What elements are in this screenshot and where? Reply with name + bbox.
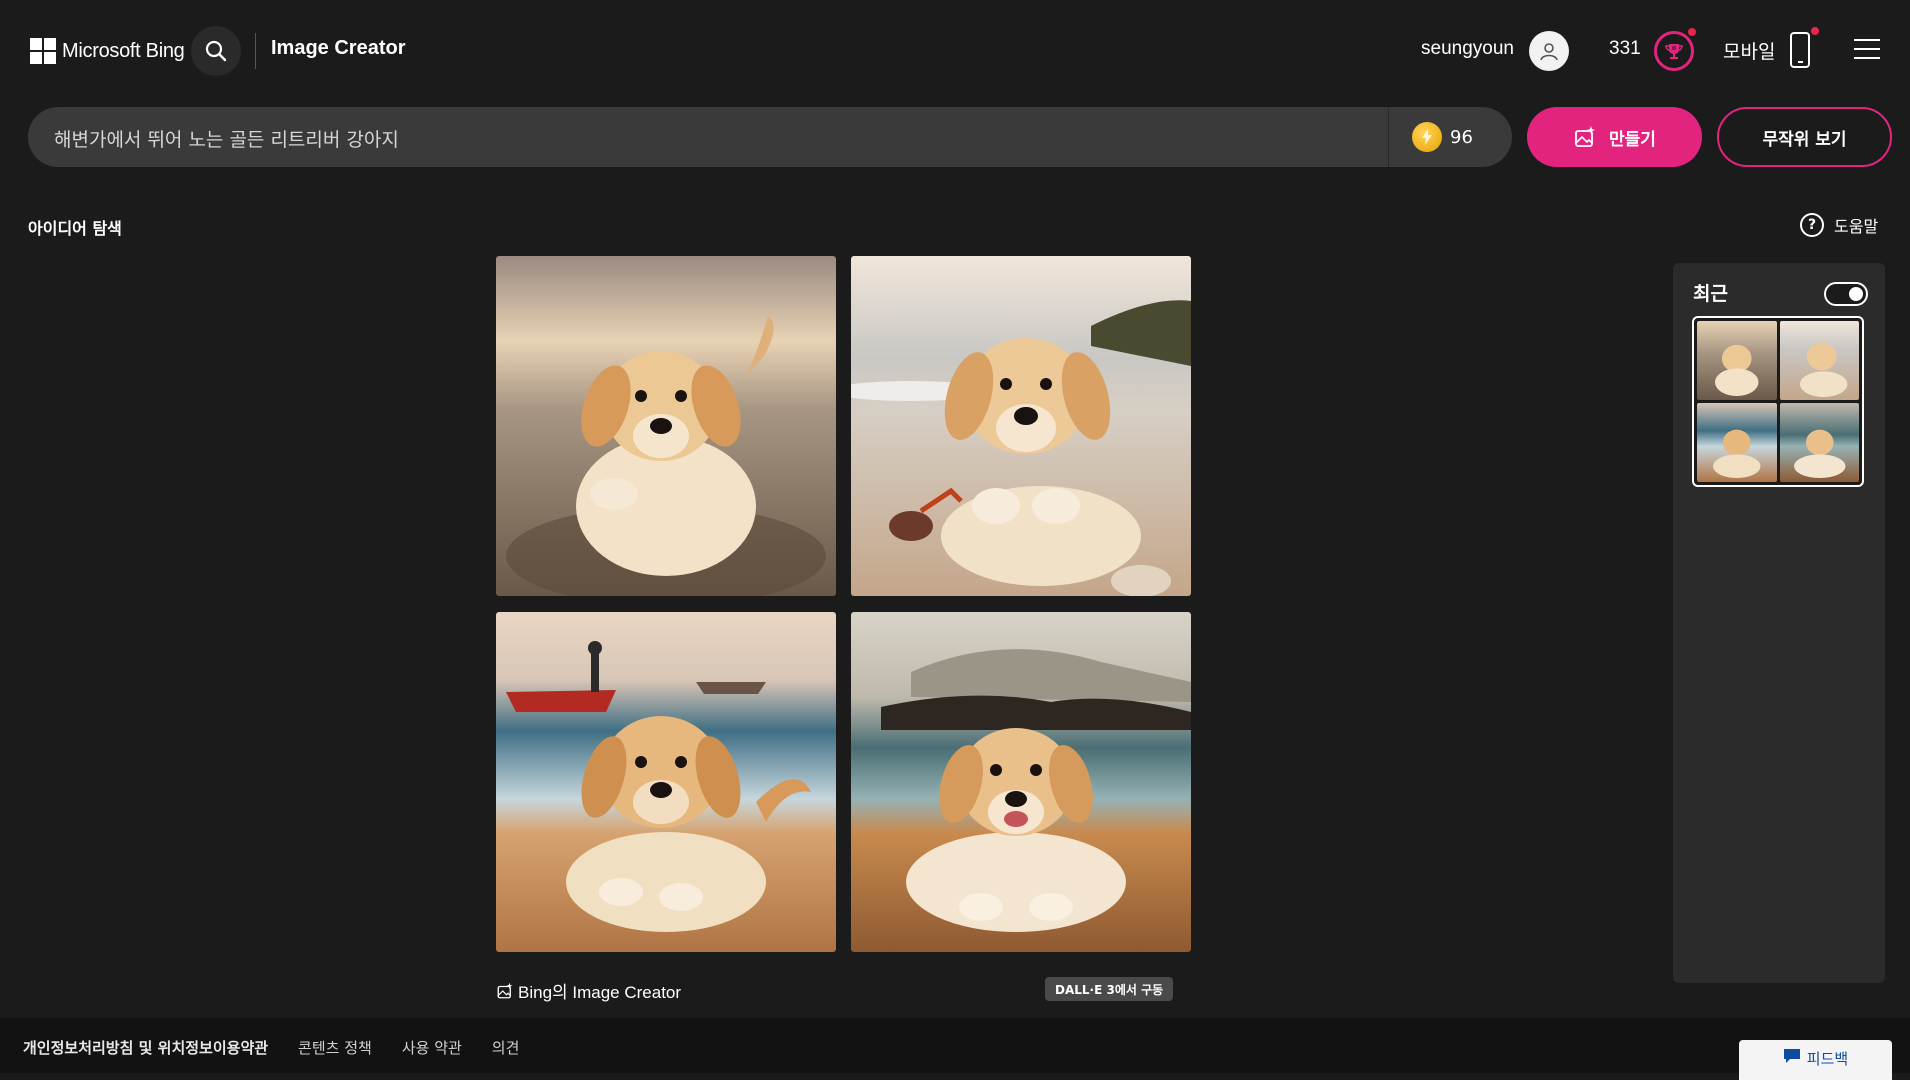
privacy-link[interactable]: 개인정보처리방침 및 위치정보이용약관: [23, 1037, 268, 1058]
mobile-notification-dot: [1811, 27, 1819, 35]
prompt-divider: [1388, 107, 1389, 167]
rewards-notification-dot: [1688, 28, 1696, 36]
mobile-label[interactable]: 모바일: [1723, 37, 1775, 64]
content-policy-link[interactable]: 콘텐츠 정책: [298, 1037, 372, 1058]
boost-count: 96: [1450, 126, 1473, 148]
boost-counter[interactable]: 96: [1412, 122, 1473, 152]
result-image-2[interactable]: [851, 256, 1191, 596]
hamburger-menu-icon[interactable]: [1854, 39, 1880, 59]
help-link[interactable]: ? 도움말: [1800, 213, 1878, 237]
surprise-me-button[interactable]: 무작위 보기: [1717, 107, 1892, 167]
search-button[interactable]: [191, 26, 241, 76]
microsoft-logo-icon: [30, 38, 56, 64]
help-icon: ?: [1800, 213, 1824, 237]
username[interactable]: seungyoun: [1421, 38, 1514, 60]
image-sparkle-icon: [1575, 126, 1596, 147]
logo-text: Microsoft Bing: [62, 39, 185, 62]
search-icon: [205, 40, 227, 62]
user-icon: [1540, 43, 1558, 61]
result-image-grid: [496, 256, 1191, 952]
help-label: 도움말: [1834, 217, 1879, 236]
recent-thumbnail: [1779, 403, 1859, 482]
create-button-label: 만들기: [1609, 129, 1656, 150]
opinion-link[interactable]: 의견: [492, 1037, 520, 1058]
avatar[interactable]: [1529, 31, 1569, 71]
explore-ideas-link[interactable]: 아이디어 탐색: [28, 215, 122, 239]
feedback-icon: [1783, 1049, 1800, 1063]
surprise-button-label: 무작위 보기: [1762, 129, 1847, 150]
feedback-label: 피드백: [1806, 1050, 1849, 1068]
recent-toggle[interactable]: [1824, 282, 1868, 306]
bing-logo[interactable]: Microsoft Bing: [30, 38, 185, 64]
footer-links: 개인정보처리방침 및 위치정보이용약관 콘텐츠 정책 사용 약관 의견: [23, 1037, 519, 1058]
recent-thumbnail: [1779, 321, 1859, 400]
recent-panel: 최근: [1673, 263, 1885, 983]
recent-item[interactable]: [1692, 316, 1864, 487]
recent-title: 최근: [1693, 283, 1728, 305]
dalle-badge: DALL·E 3에서 구동: [1045, 977, 1174, 1001]
image-sparkle-icon: [497, 982, 513, 998]
recent-thumbnail: [1697, 403, 1777, 482]
result-image-3[interactable]: [496, 612, 836, 952]
page-title[interactable]: Image Creator: [271, 37, 406, 60]
result-image-1[interactable]: [496, 256, 836, 596]
feedback-button[interactable]: 피드백: [1739, 1040, 1892, 1080]
rewards-points[interactable]: 331: [1609, 38, 1641, 60]
boost-coin-icon: [1412, 122, 1442, 152]
phone-icon[interactable]: [1790, 32, 1810, 68]
rewards-button[interactable]: [1654, 31, 1694, 71]
footer: 개인정보처리방침 및 위치정보이용약관 콘텐츠 정책 사용 약관 의견: [0, 1018, 1910, 1073]
prompt-input[interactable]: 해변가에서 뛰어 노는 골든 리트리버 강아지: [54, 125, 399, 152]
trophy-icon: [1665, 44, 1683, 59]
header: Microsoft Bing Image Creator seungyoun 3…: [0, 0, 1910, 102]
result-image-4[interactable]: [851, 612, 1191, 952]
image-creator-caption[interactable]: Bing의 Image Creator: [496, 978, 681, 1003]
prompt-input-container[interactable]: 해변가에서 뛰어 노는 골든 리트리버 강아지 96: [28, 107, 1512, 167]
terms-link[interactable]: 사용 약관: [402, 1037, 462, 1058]
recent-thumbnail: [1697, 321, 1777, 400]
caption-text: Bing의 Image Creator: [518, 983, 682, 1002]
header-divider: [255, 33, 256, 69]
create-button[interactable]: 만들기: [1527, 107, 1702, 167]
